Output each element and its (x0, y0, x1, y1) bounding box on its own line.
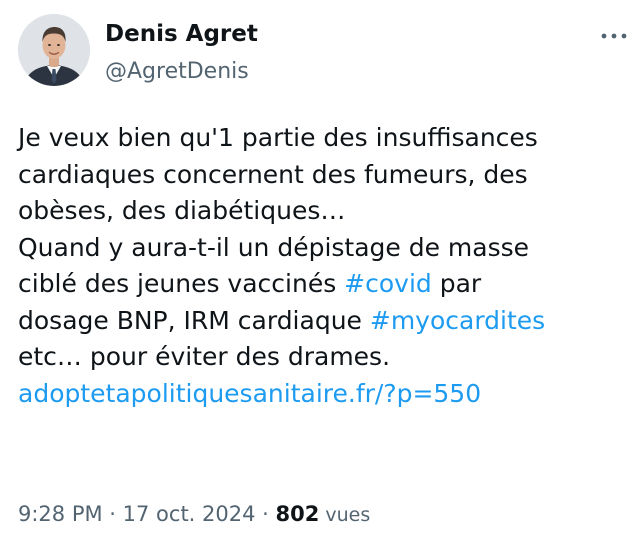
avatar[interactable] (18, 14, 90, 86)
tweet-text-segment: par (431, 269, 482, 298)
tweet-line: obèses, des diabétiques… (18, 196, 346, 225)
tweet-text-segment: dosage BNP, IRM cardiaque (18, 305, 370, 335)
tweet-text-segment: ciblé des jeunes vaccinés (18, 269, 345, 298)
tweet-line: ciblé des jeunes vaccinés #covid par (18, 266, 630, 303)
meta-separator: · (255, 502, 276, 526)
tweet-line: etc… pour éviter des drames. (18, 342, 391, 371)
tweet-text: Je veux bien qu'1 partie des insuffisanc… (18, 120, 630, 412)
tweet-time[interactable]: 9:28 PM (18, 502, 103, 526)
tweet-line: Quand y aura-t-il un dépistage de masse (18, 232, 530, 262)
tweet-line: Je veux bien qu'1 partie des insuffisanc… (18, 123, 538, 152)
author-name[interactable]: Denis Agret (105, 19, 258, 49)
hashtag-covid[interactable]: #covid (344, 269, 432, 298)
more-options-button[interactable] (596, 26, 632, 46)
tweet-card: Denis Agret @AgretDenis Je veux bien qu'… (0, 0, 634, 559)
tweet-meta: 9:28 PM · 17 oct. 2024 · 802 vues (18, 497, 370, 532)
views-label: vues (319, 504, 371, 526)
profile-photo-icon (18, 14, 90, 86)
hashtag-myocardites[interactable]: #myocardites (370, 306, 545, 335)
more-horizontal-icon (601, 33, 627, 39)
tweet-line: cardiaques concernent des fumeurs, des (18, 159, 528, 189)
author-handle[interactable]: @AgretDenis (105, 57, 249, 87)
tweet-date[interactable]: 17 oct. 2024 (123, 502, 256, 526)
tweet-line: dosage BNP, IRM cardiaque #myocardites (18, 303, 630, 340)
views-count: 802 (275, 502, 320, 526)
external-link[interactable]: adoptetapolitiquesanitaire.fr/?p=550 (18, 376, 630, 413)
meta-separator: · (102, 502, 123, 526)
